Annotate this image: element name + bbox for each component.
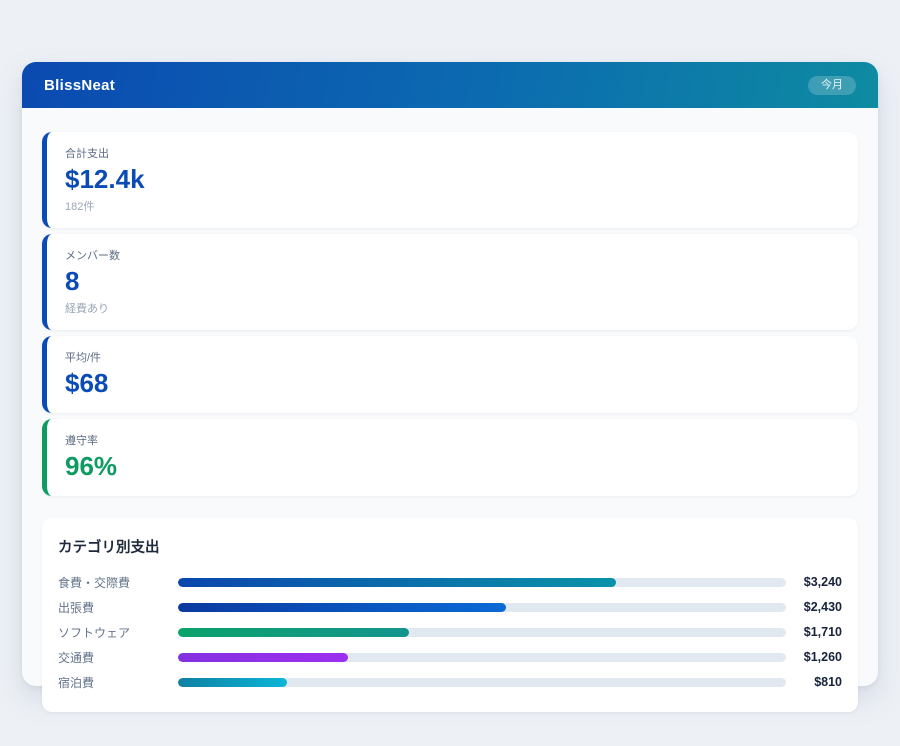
stat-value: $12.4k: [65, 165, 840, 195]
bar-fill: [178, 653, 348, 662]
bar-fill: [178, 628, 409, 637]
dashboard-content: 合計支出 $12.4k 182件メンバー数 8 経費あり平均/件 $68 遵守率 96% カテ…: [22, 108, 878, 736]
bar-track: [178, 653, 786, 662]
bar-fill: [178, 578, 616, 587]
category-bar-row: 交通費 $1,260: [58, 645, 842, 670]
period-badge[interactable]: 今月: [808, 76, 856, 95]
stat-label: 合計支出: [65, 145, 840, 161]
category-bar-row: 食費・交際費 $3,240: [58, 570, 842, 595]
category-label: 宿泊費: [58, 674, 178, 691]
bar-track: [178, 578, 786, 587]
category-bar-row: ソフトウェア $1,710: [58, 620, 842, 645]
dashboard-panel: BlissNeat 今月 合計支出 $12.4k 182件メンバー数 8 経費あり平均/…: [22, 62, 878, 686]
category-value: $810: [786, 675, 842, 689]
stat-subtext: 182件: [65, 198, 840, 214]
stat-card: 合計支出 $12.4k 182件: [42, 132, 858, 228]
category-bar-row: 宿泊費 $810: [58, 670, 842, 695]
category-label: 出張費: [58, 599, 178, 616]
stat-subtext: 経費あり: [65, 300, 840, 316]
category-value: $2,430: [786, 600, 842, 614]
stat-card: 遵守率 96%: [42, 419, 858, 496]
stat-value: $68: [65, 369, 840, 399]
stat-cards: 合計支出 $12.4k 182件メンバー数 8 経費あり平均/件 $68 遵守率 96%: [42, 132, 858, 496]
category-label: 交通費: [58, 649, 178, 666]
bar-fill: [178, 603, 506, 612]
stat-label: メンバー数: [65, 247, 840, 263]
category-chart-card: カテゴリ別支出 食費・交際費 $3,240 出張費 $2,430 ソフトウェア $1,71…: [42, 518, 858, 712]
chart-title: カテゴリ別支出: [58, 536, 842, 557]
category-value: $1,710: [786, 625, 842, 639]
category-value: $3,240: [786, 575, 842, 589]
bar-fill: [178, 678, 287, 687]
app-title: BlissNeat: [44, 77, 115, 94]
bar-track: [178, 628, 786, 637]
category-label: 食費・交際費: [58, 574, 178, 591]
bar-track: [178, 603, 786, 612]
stat-value: 8: [65, 267, 840, 297]
category-bar-row: 出張費 $2,430: [58, 595, 842, 620]
stat-label: 遵守率: [65, 432, 840, 448]
category-label: ソフトウェア: [58, 624, 178, 641]
category-value: $1,260: [786, 650, 842, 664]
stat-label: 平均/件: [65, 349, 840, 365]
stat-value: 96%: [65, 452, 840, 482]
stat-card: メンバー数 8 経費あり: [42, 234, 858, 330]
stat-card: 平均/件 $68: [42, 336, 858, 413]
category-bars: 食費・交際費 $3,240 出張費 $2,430 ソフトウェア $1,710 交通費 $1,2…: [58, 570, 842, 695]
app-header: BlissNeat 今月: [22, 62, 878, 108]
bar-track: [178, 678, 786, 687]
